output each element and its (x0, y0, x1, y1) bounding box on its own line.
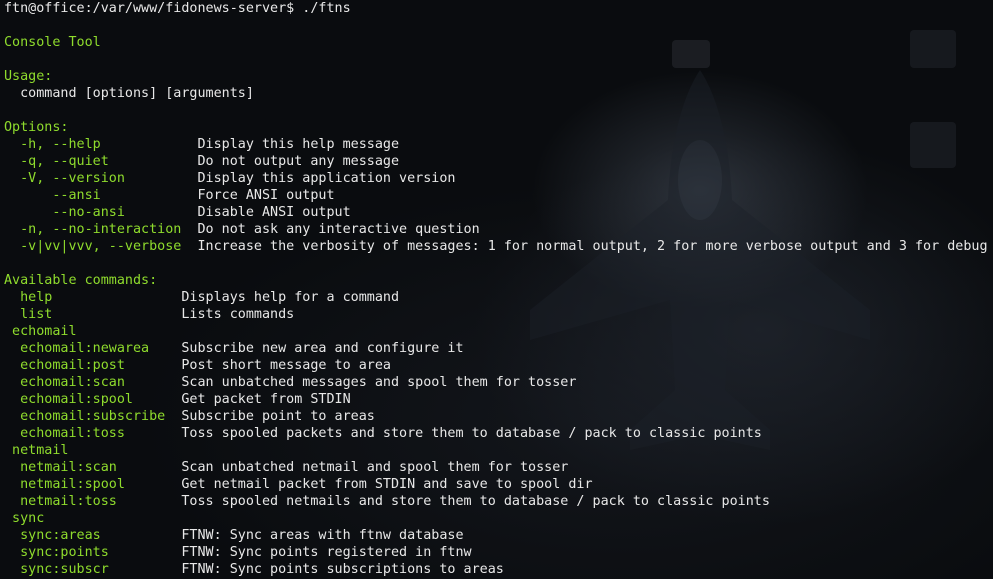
command-row: netmail:scan Scan unbatched netmail and … (4, 459, 993, 476)
command-row: sync:subscr FTNW: Sync points subscripti… (4, 561, 993, 578)
command-description: Toss spooled packets and store them to d… (181, 426, 762, 441)
command-name: netmail:toss (4, 494, 182, 509)
command-name: sync:points (4, 545, 182, 560)
option-flag: -h, --help (4, 137, 198, 152)
command-description: Subscribe point to areas (181, 409, 375, 424)
option-description: Do not ask any interactive question (197, 222, 480, 237)
option-row: -n, --no-interaction Do not ask any inte… (4, 221, 993, 238)
command-group-header: echomail (4, 323, 993, 340)
option-row: -h, --help Display this help message (4, 136, 993, 153)
usage-header: Usage: (4, 69, 53, 84)
command-row: echomail:scan Scan unbatched messages an… (4, 374, 993, 391)
command-row: netmail:toss Toss spooled netmails and s… (4, 493, 993, 510)
terminal-output: ftn@office:/var/www/fidonews-server$ ./f… (4, 0, 993, 578)
option-description: Display this help message (197, 137, 400, 152)
command-row: help Displays help for a command (4, 289, 993, 306)
command-description: Displays help for a command (181, 290, 400, 305)
command-name: netmail:scan (4, 460, 182, 475)
command-group-name: sync (4, 511, 45, 526)
command-group-name: echomail (4, 324, 77, 339)
command-description: FTNW: Sync points registered in ftnw (181, 545, 472, 560)
option-flag: --no-ansi (4, 205, 198, 220)
option-description: Force ANSI output (197, 188, 335, 203)
shell-prompt: ftn@office:/var/www/fidonews-server$ ./f… (4, 0, 993, 17)
command-row: echomail:subscribe Subscribe point to ar… (4, 408, 993, 425)
command-description: Scan unbatched netmail and spool them fo… (181, 460, 569, 475)
command-row: echomail:toss Toss spooled packets and s… (4, 425, 993, 442)
option-description: Increase the verbosity of messages: 1 fo… (197, 239, 988, 254)
command-name: echomail:spool (4, 392, 182, 407)
option-row: --ansi Force ANSI output (4, 187, 993, 204)
command-description: FTNW: Sync areas with ftnw database (181, 528, 464, 543)
option-row: -q, --quiet Do not output any message (4, 153, 993, 170)
option-row: -v|vv|vvv, --verbose Increase the verbos… (4, 238, 993, 255)
tool-title: Console Tool (4, 35, 101, 50)
command-row: echomail:newarea Subscribe new area and … (4, 340, 993, 357)
command-name: echomail:scan (4, 375, 182, 390)
commands-header: Available commands: (4, 273, 158, 288)
command-row: netmail:spool Get netmail packet from ST… (4, 476, 993, 493)
terminal-window[interactable]: ftn@office:/var/www/fidonews-server$ ./f… (0, 0, 993, 579)
command-group-name: netmail (4, 443, 69, 458)
command-row: list Lists commands (4, 306, 993, 323)
option-row: --no-ansi Disable ANSI output (4, 204, 993, 221)
command-description: Get netmail packet from STDIN and save t… (181, 477, 593, 492)
usage-line: command [options] [arguments] (4, 86, 254, 101)
command-row: sync:points FTNW: Sync points registered… (4, 544, 993, 561)
option-flag: -q, --quiet (4, 154, 198, 169)
options-list: -h, --help Display this help message -q,… (4, 136, 993, 255)
option-flag: -V, --version (4, 171, 198, 186)
option-description: Do not output any message (197, 154, 400, 169)
command-description: Lists commands (181, 307, 295, 322)
options-header: Options: (4, 120, 69, 135)
command-description: Toss spooled netmails and store them to … (181, 494, 770, 509)
command-row: echomail:spool Get packet from STDIN (4, 391, 993, 408)
option-flag: --ansi (4, 188, 198, 203)
command-name: echomail:toss (4, 426, 182, 441)
command-row: sync:areas FTNW: Sync areas with ftnw da… (4, 527, 993, 544)
command-name: list (4, 307, 182, 322)
command-group-header: sync (4, 510, 993, 527)
command-description: Subscribe new area and configure it (181, 341, 464, 356)
command-row: echomail:post Post short message to area (4, 357, 993, 374)
command-description: FTNW: Sync points subscriptions to areas (181, 562, 504, 577)
command-name: echomail:post (4, 358, 182, 373)
command-name: help (4, 290, 182, 305)
command-description: Scan unbatched messages and spool them f… (181, 375, 577, 390)
command-group-header: netmail (4, 442, 993, 459)
option-description: Display this application version (197, 171, 456, 186)
commands-list: help Displays help for a command list Li… (4, 289, 993, 578)
command-name: sync:areas (4, 528, 182, 543)
command-name: netmail:spool (4, 477, 182, 492)
command-description: Get packet from STDIN (181, 392, 351, 407)
command-name: echomail:newarea (4, 341, 182, 356)
command-description: Post short message to area (181, 358, 391, 373)
command-name: sync:subscr (4, 562, 182, 577)
option-flag: -v|vv|vvv, --verbose (4, 239, 198, 254)
option-description: Disable ANSI output (197, 205, 351, 220)
prompt-text: ftn@office:/var/www/fidonews-server$ ./f… (4, 1, 351, 16)
option-row: -V, --version Display this application v… (4, 170, 993, 187)
option-flag: -n, --no-interaction (4, 222, 198, 237)
command-name: echomail:subscribe (4, 409, 182, 424)
